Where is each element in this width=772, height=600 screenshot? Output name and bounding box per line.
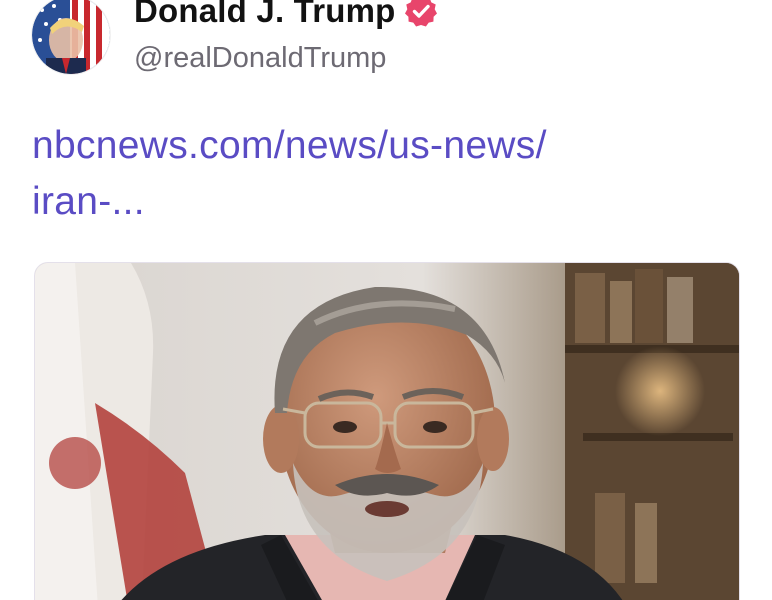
article-link-line-2: iran-... — [32, 180, 145, 223]
author-avatar[interactable] — [32, 0, 110, 74]
article-link[interactable]: nbcnews.com/news/us-news/ iran-... — [32, 118, 672, 230]
social-post: Donald J. Trump @realDonaldTrump nbcnews… — [0, 0, 772, 600]
author-display-name[interactable]: Donald J. Trump — [134, 0, 396, 30]
article-link-line-1: nbcnews.com/news/us-news/ — [32, 124, 547, 167]
link-preview-card[interactable] — [34, 262, 740, 600]
author-name-row: Donald J. Trump — [134, 0, 438, 34]
avatar-image — [32, 0, 110, 74]
author-handle[interactable]: @realDonaldTrump — [134, 42, 386, 75]
verified-badge-icon — [404, 0, 437, 27]
link-preview-photo — [35, 263, 739, 600]
